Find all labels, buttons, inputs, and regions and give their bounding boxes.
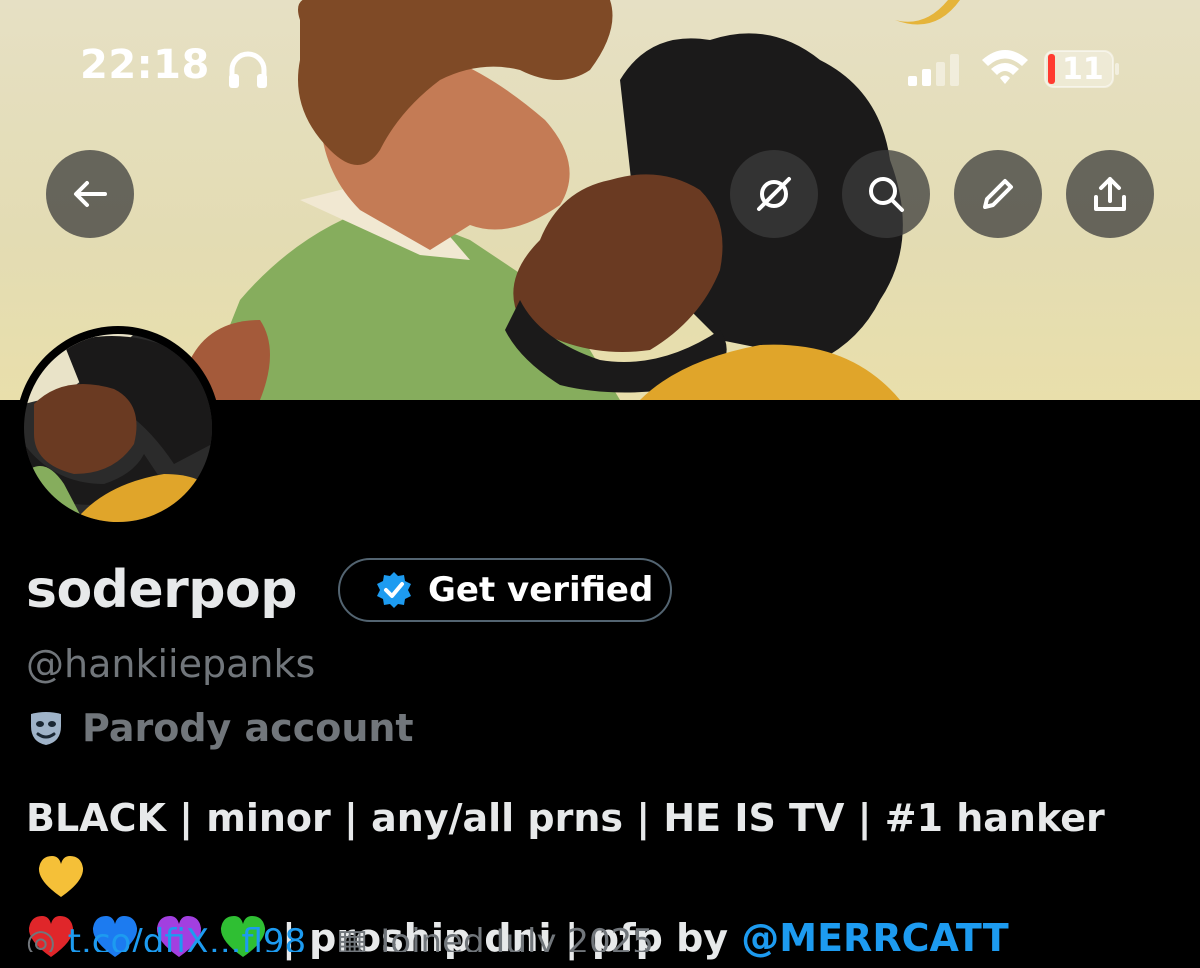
display-name: soderpop	[26, 560, 297, 620]
parody-label-row: Parody account	[26, 706, 414, 750]
yellow-heart-icon	[38, 856, 84, 897]
headphones-icon	[229, 51, 267, 88]
wifi-icon	[982, 50, 1028, 84]
share-icon	[1094, 177, 1126, 211]
share-button[interactable]	[1066, 150, 1154, 238]
avatar-image	[24, 334, 212, 522]
location-link-icon: ◎	[26, 922, 56, 952]
get-verified-button[interactable]: Get verified	[338, 558, 672, 622]
back-button[interactable]	[46, 150, 134, 238]
profile-website-link[interactable]: t.co/dfiX...fl98	[68, 922, 306, 952]
verified-badge-icon	[377, 572, 411, 608]
parody-account-label: Parody account	[82, 706, 414, 750]
calendar-icon: ▦	[336, 922, 369, 952]
grok-icon	[757, 177, 791, 211]
grok-button[interactable]	[730, 150, 818, 238]
arrow-left-icon	[74, 181, 107, 207]
profile-meta-row: ◎ t.co/dfiX...fl98 ▦ Joined July 2025	[26, 922, 654, 952]
joined-date: Joined July 2025	[380, 922, 654, 952]
get-verified-label: Get verified	[428, 570, 654, 610]
bio-line-1: BLACK | minor | any/all prns | HE IS TV …	[26, 788, 1186, 908]
battery-level: 11	[1062, 52, 1104, 87]
status-time: 22:18	[80, 42, 210, 88]
pencil-icon	[983, 179, 1013, 209]
search-button[interactable]	[842, 150, 930, 238]
bio-mention-link[interactable]: @MERRCATT	[741, 916, 1008, 960]
theater-mask-icon	[31, 712, 61, 745]
search-icon	[869, 177, 904, 212]
user-handle: @hankiiepanks	[26, 642, 316, 686]
edit-button[interactable]	[954, 150, 1042, 238]
avatar[interactable]	[16, 326, 220, 530]
cellular-signal-icon	[908, 54, 959, 86]
bio-text-1: BLACK | minor | any/all prns | HE IS TV …	[26, 796, 1105, 840]
